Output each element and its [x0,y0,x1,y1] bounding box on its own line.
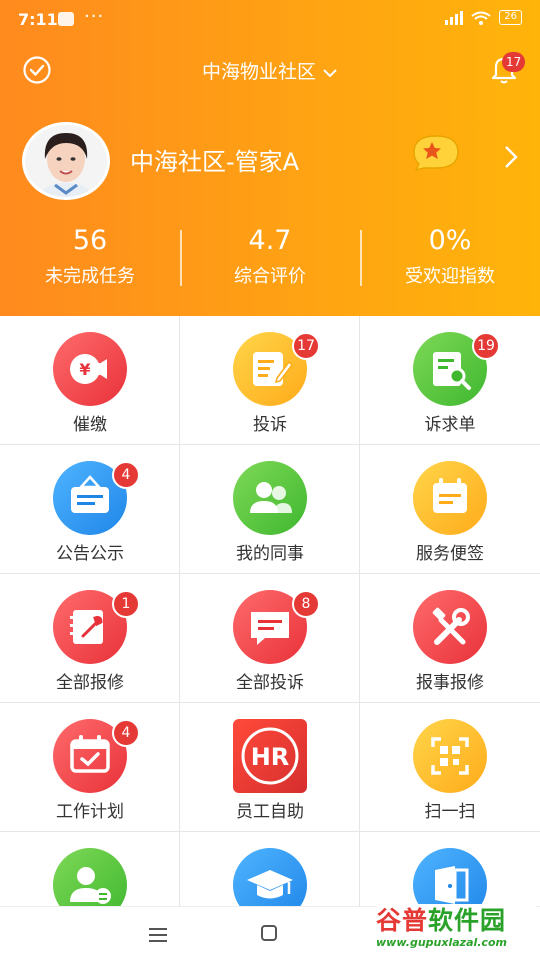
user-card-icon [53,848,127,906]
tile-scan[interactable]: 扫一扫 [360,703,540,832]
tile-label: 公告公示 [56,544,124,564]
tile-colleagues[interactable]: 我的同事 [180,445,360,574]
chevron-right-icon[interactable] [500,144,522,170]
watermark-brand-b: 软件园 [428,906,507,935]
avatar-portrait [25,125,107,197]
count-badge: 4 [112,719,140,747]
stat-value: 4.7 [248,225,292,256]
tile-complaint[interactable]: 17 投诉 [180,316,360,445]
community-selector[interactable]: 中海物业社区 [0,57,540,84]
tile-label: 工作计划 [56,802,124,822]
status-time: 7:11 [18,10,58,29]
header: 7:11 ··· 26 中海物业社区 17 中海社区-管家A 56 未完成任务 … [0,0,540,316]
message-notification-icon [58,12,74,26]
notification-badge: 17 [502,52,526,72]
tile-label: 员工自助 [236,802,304,822]
tile-report-repair[interactable]: 报事报修 [360,574,540,703]
tile-all-complaints[interactable]: 8 全部投诉 [180,574,360,703]
watermark-url: www.gupuxlazal.com [376,936,507,949]
user-name: 中海社区-管家A [130,148,300,176]
tile-access[interactable] [360,832,540,906]
stat-label: 综合评价 [234,266,306,287]
community-name: 中海物业社区 [201,61,316,83]
tile-label: 报事报修 [416,673,484,693]
tile-training[interactable] [180,832,360,906]
status-bar: 7:11 ··· 26 [0,0,540,40]
yuan-megaphone-icon: ¥ [53,332,127,406]
tile-label: 诉求单 [424,415,476,435]
watermark-brand-a: 谷普 [376,906,429,935]
tile-user-card[interactable] [0,832,180,906]
stat-label: 受欢迎指数 [405,266,495,287]
function-grid: ¥ 催缴 17 投诉 19 诉求单 4 公告公示 我的同事 服务便签 1 全部报… [0,316,540,906]
tile-employee-self-service[interactable]: HR 员工自助 [180,703,360,832]
graduation-cap-icon [233,848,307,906]
svg-text:¥: ¥ [79,360,90,379]
tools-icon [413,590,487,664]
tile-all-repairs[interactable]: 1 全部报修 [0,574,180,703]
stat-rating[interactable]: 4.7 综合评价 [180,222,360,298]
svg-text:HR: HR [251,743,290,771]
count-badge: 8 [292,590,320,618]
tile-service-notes[interactable]: 服务便签 [360,445,540,574]
tile-request-form[interactable]: 19 诉求单 [360,316,540,445]
stats-row: 56 未完成任务 4.7 综合评价 0% 受欢迎指数 [0,222,540,298]
battery-indicator: 26 [499,10,522,25]
tile-label: 扫一扫 [424,802,476,822]
tile-label: 投诉 [253,415,287,435]
signal-icon [445,10,464,25]
stat-value: 0% [428,225,472,256]
more-notifications-dots: ··· [84,6,105,27]
stat-popularity[interactable]: 0% 受欢迎指数 [360,222,540,298]
chevron-down-icon [323,68,337,77]
scan-icon [413,719,487,793]
tile-payment-reminder[interactable]: ¥ 催缴 [0,316,180,445]
watermark-brand: 谷普软件园 [376,906,536,936]
avatar [22,122,110,200]
stat-value: 56 [72,225,108,256]
calendar-note-icon [413,461,487,535]
watermark-logo: 谷普软件园 www.gupuxlazal.com [376,904,536,956]
tile-label: 我的同事 [236,544,304,564]
tile-label: 服务便签 [416,544,484,564]
wifi-icon [471,11,491,25]
home-button-icon[interactable] [261,925,277,941]
menu-icon[interactable] [148,927,168,943]
count-badge: 19 [472,332,500,360]
tile-work-plan[interactable]: 4 工作计划 [0,703,180,832]
tile-label: 催缴 [73,415,107,435]
count-badge: 4 [112,461,140,489]
hr-logo-icon: HR [233,719,307,793]
stat-pending-tasks[interactable]: 56 未完成任务 [0,222,180,298]
top-bar: 中海物业社区 [0,45,540,95]
stat-label: 未完成任务 [45,266,135,287]
count-badge: 1 [112,590,140,618]
tile-announcements[interactable]: 4 公告公示 [0,445,180,574]
tile-label: 全部投诉 [236,673,304,693]
star-badge-icon[interactable] [410,132,462,172]
door-icon [413,848,487,906]
count-badge: 17 [292,332,320,360]
tile-label: 全部报修 [56,673,124,693]
colleagues-icon [233,461,307,535]
